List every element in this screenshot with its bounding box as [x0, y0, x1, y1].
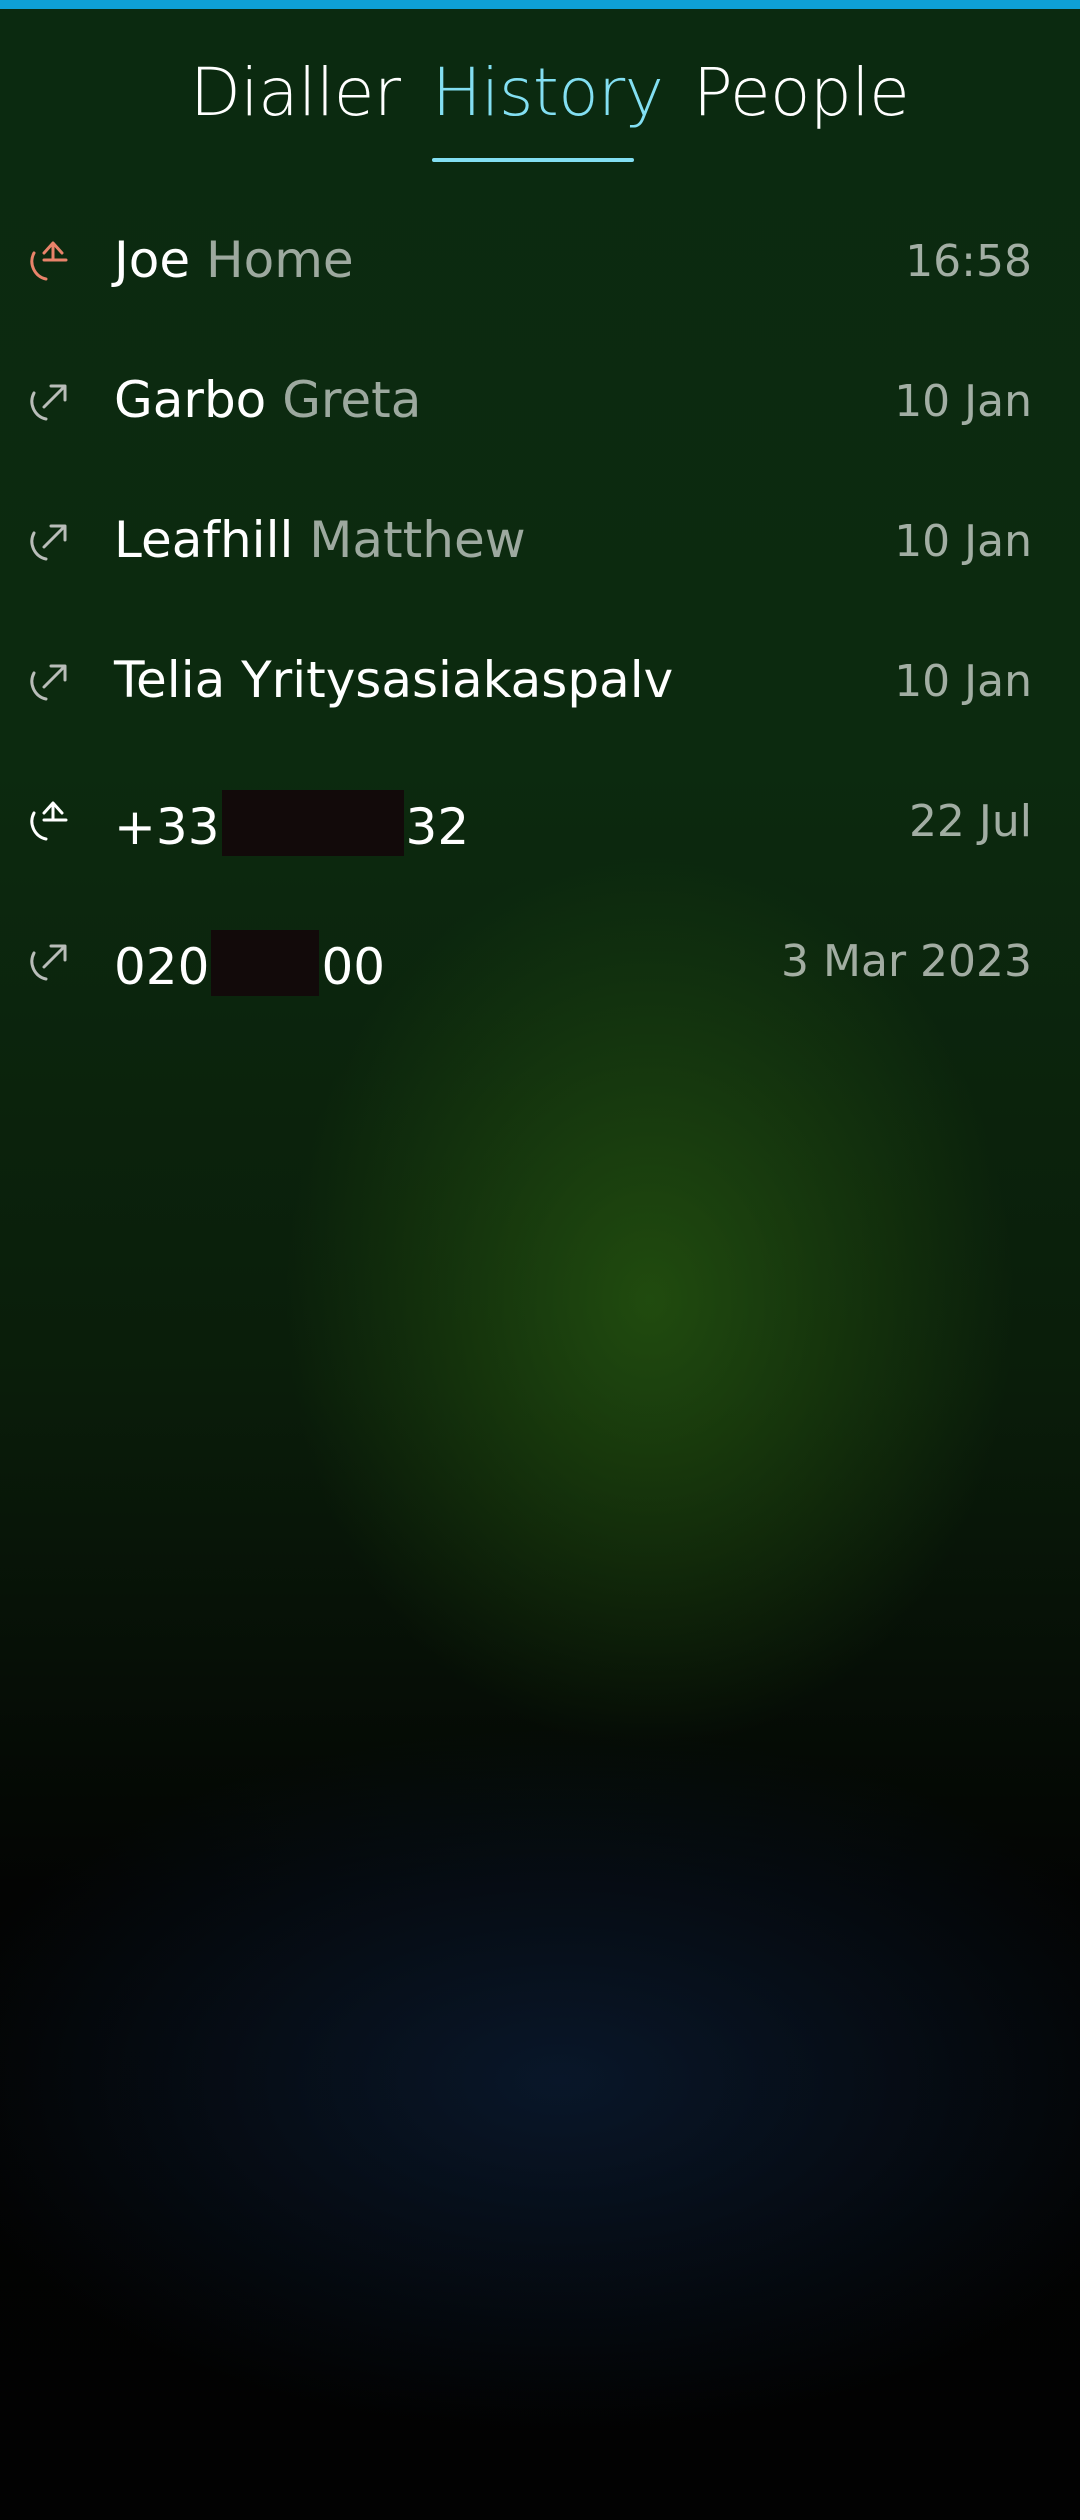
- active-tab-indicator: [432, 158, 634, 162]
- contact-primary-name: Telia Yritysasiakaspalv: [114, 651, 674, 709]
- outgoing-call-icon: [30, 664, 67, 701]
- number-prefix: +33: [114, 798, 220, 856]
- contact-name: Garbo Greta: [114, 370, 421, 430]
- call-history-row[interactable]: Joe Home 16:58: [0, 192, 1080, 332]
- contact-name: Joe Home: [114, 230, 354, 290]
- number-suffix: 32: [405, 798, 470, 856]
- call-history-list: Joe Home 16:58 Garbo Greta 10 Jan Leafhi…: [0, 192, 1080, 1032]
- call-history-row[interactable]: Garbo Greta 10 Jan: [0, 332, 1080, 472]
- contact-primary-name: Garbo: [114, 371, 267, 429]
- outgoing-call-icon: [30, 384, 67, 421]
- tab-bar: Dialler History People: [0, 40, 1080, 180]
- call-history-row[interactable]: Telia Yritysasiakaspalv 10 Jan: [0, 612, 1080, 752]
- contact-secondary-name: Matthew: [309, 511, 526, 569]
- call-history-row[interactable]: 020 00 3 Mar 2023: [0, 892, 1080, 1032]
- contact-primary-name: Leafhill: [114, 511, 294, 569]
- tab-dialler[interactable]: Dialler: [190, 54, 401, 131]
- contact-name: Leafhill Matthew: [114, 510, 526, 570]
- missed-call-icon: [30, 241, 68, 281]
- call-history-row[interactable]: +33 32 22 Jul: [0, 752, 1080, 892]
- contact-secondary-name: Greta: [282, 371, 422, 429]
- call-time: 16:58: [905, 236, 1032, 287]
- outgoing-call-icon: [30, 944, 67, 981]
- phone-number: +33 32: [114, 790, 469, 857]
- call-history-row[interactable]: Leafhill Matthew 10 Jan: [0, 472, 1080, 612]
- number-suffix: 00: [321, 938, 386, 996]
- top-accent-strip: [0, 0, 1080, 9]
- call-time: 22 Jul: [908, 796, 1032, 847]
- contact-primary-name: Joe: [114, 231, 191, 289]
- number-prefix: 020: [114, 938, 210, 996]
- redaction-block: [211, 930, 320, 996]
- call-time: 10 Jan: [894, 656, 1032, 707]
- tab-people[interactable]: People: [693, 54, 910, 131]
- phone-number: 020 00: [114, 930, 385, 997]
- tab-history[interactable]: History: [432, 54, 664, 131]
- outgoing-call-icon: [30, 524, 67, 561]
- contact-name: Telia Yritysasiakaspalv: [114, 650, 673, 710]
- redaction-block: [221, 790, 404, 856]
- call-time: 3 Mar 2023: [781, 936, 1032, 987]
- incoming-call-icon: [30, 801, 68, 841]
- call-time: 10 Jan: [894, 516, 1032, 567]
- call-time: 10 Jan: [894, 376, 1032, 427]
- contact-secondary-name: Home: [206, 231, 354, 289]
